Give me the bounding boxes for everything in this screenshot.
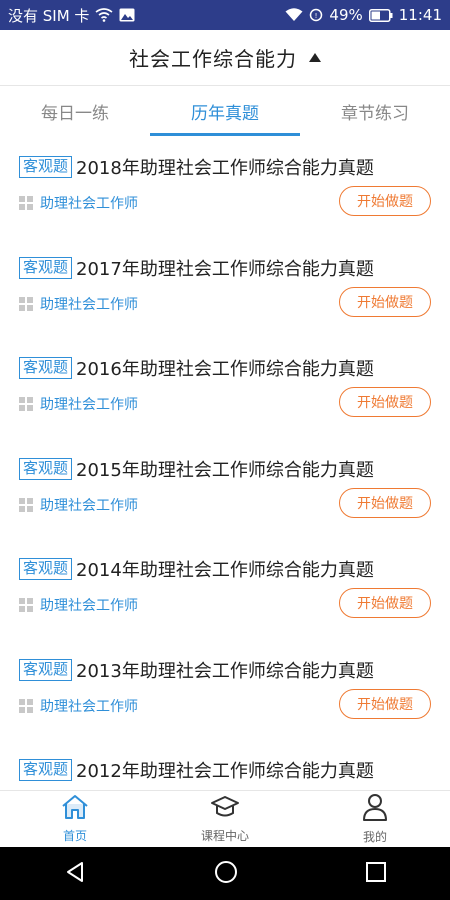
nav-course-center[interactable]: 课程中心 bbox=[150, 791, 300, 847]
grid-icon bbox=[19, 698, 33, 713]
item-title: 客观题 2015年助理社会工作师综合能力真题 bbox=[19, 456, 374, 482]
question-type-tag: 客观题 bbox=[19, 457, 73, 480]
list-item[interactable]: 客观题 2015年助理社会工作师综合能力真题 助理社会工作师 开始做题 bbox=[0, 438, 450, 539]
grid-icon bbox=[19, 497, 33, 512]
grid-icon bbox=[19, 196, 33, 210]
system-nav-bar bbox=[0, 847, 450, 900]
list-item[interactable]: 客观题 2016年助理社会工作师综合能力真题 助理社会工作师 开始做题 bbox=[0, 337, 450, 438]
item-category-text: 助理社会工作师 bbox=[40, 497, 138, 514]
battery-icon bbox=[368, 8, 393, 22]
start-exam-button[interactable]: 开始做题 bbox=[339, 588, 431, 618]
item-category: 助理社会工作师 bbox=[19, 696, 138, 716]
clock-time: 11:41 bbox=[398, 6, 442, 24]
grid-icon bbox=[19, 296, 33, 311]
carrier-text: 没有 SIM 卡 bbox=[8, 6, 90, 25]
item-category: 助理社会工作师 bbox=[19, 193, 138, 213]
item-title-text: 2013年助理社会工作师综合能力真题 bbox=[76, 660, 374, 682]
list-item[interactable]: 客观题 2014年助理社会工作师综合能力真题 助理社会工作师 开始做题 bbox=[0, 538, 450, 639]
item-category-text: 助理社会工作师 bbox=[40, 698, 138, 715]
item-title: 客观题 2012年助理社会工作师综合能力真题 bbox=[19, 757, 374, 783]
status-right: ! 49% 11:41 bbox=[285, 6, 442, 24]
list-item[interactable]: 客观题 2012年助理社会工作师综合能力真题 bbox=[0, 739, 450, 790]
nav-label: 我的 bbox=[362, 830, 387, 844]
item-title: 客观题 2018年助理社会工作师综合能力真题 bbox=[19, 154, 374, 180]
page-title: 社会工作综合能力 bbox=[129, 47, 297, 71]
start-exam-button[interactable]: 开始做题 bbox=[339, 186, 431, 216]
back-icon[interactable] bbox=[63, 860, 87, 888]
item-title-text: 2017年助理社会工作师综合能力真题 bbox=[76, 258, 374, 280]
item-title-text: 2014年助理社会工作师综合能力真题 bbox=[76, 560, 374, 581]
grid-icon bbox=[19, 397, 33, 411]
question-type-tag: 客观题 bbox=[19, 759, 73, 781]
battery-percent: 49% bbox=[329, 6, 363, 24]
item-category-text: 助理社会工作师 bbox=[40, 296, 138, 313]
user-icon bbox=[362, 793, 388, 825]
question-type-tag: 客观题 bbox=[19, 558, 73, 580]
alarm-icon: ! bbox=[309, 8, 323, 22]
recent-apps-icon[interactable] bbox=[365, 861, 387, 887]
start-exam-button[interactable]: 开始做题 bbox=[339, 688, 431, 719]
exam-list: 客观题 2018年助理社会工作师综合能力真题 助理社会工作师 开始做题 客观题 … bbox=[0, 136, 450, 790]
start-exam-button[interactable]: 开始做题 bbox=[339, 487, 431, 518]
item-category: 助理社会工作师 bbox=[19, 294, 138, 314]
wifi-icon bbox=[285, 8, 303, 22]
status-bar: 没有 SIM 卡 ! 49% 11:41 bbox=[0, 0, 450, 30]
item-title: 客观题 2017年助理社会工作师综合能力真题 bbox=[19, 255, 374, 281]
item-category: 助理社会工作师 bbox=[19, 394, 138, 414]
question-type-tag: 客观题 bbox=[19, 256, 73, 279]
tab-bar: 每日一练 历年真题 章节练习 bbox=[0, 86, 450, 136]
list-item[interactable]: 客观题 2017年助理社会工作师综合能力真题 助理社会工作师 开始做题 bbox=[0, 237, 450, 338]
question-type-tag: 客观题 bbox=[19, 658, 73, 681]
question-type-tag: 客观题 bbox=[19, 156, 73, 178]
list-item[interactable]: 客观题 2018年助理社会工作师综合能力真题 助理社会工作师 开始做题 bbox=[0, 136, 450, 237]
tab-past-exams[interactable]: 历年真题 bbox=[150, 86, 300, 136]
nav-mine[interactable]: 我的 bbox=[300, 791, 450, 847]
svg-text:!: ! bbox=[315, 12, 318, 20]
nav-home[interactable]: 首页 bbox=[0, 791, 150, 847]
nav-label: 首页 bbox=[62, 829, 87, 843]
grid-icon bbox=[19, 598, 33, 612]
start-exam-button[interactable]: 开始做题 bbox=[339, 387, 431, 417]
item-title: 客观题 2013年助理社会工作师综合能力真题 bbox=[19, 657, 374, 683]
home-circle-icon[interactable] bbox=[213, 859, 239, 889]
item-title-text: 2018年助理社会工作师综合能力真题 bbox=[76, 158, 374, 179]
question-type-tag: 客观题 bbox=[19, 357, 73, 379]
item-category: 助理社会工作师 bbox=[19, 495, 138, 515]
item-category-text: 助理社会工作师 bbox=[40, 598, 138, 614]
start-exam-button[interactable]: 开始做题 bbox=[339, 286, 431, 317]
item-title: 客观题 2016年助理社会工作师综合能力真题 bbox=[19, 355, 374, 381]
list-item[interactable]: 客观题 2013年助理社会工作师综合能力真题 助理社会工作师 开始做题 bbox=[0, 639, 450, 740]
wifi-icon bbox=[95, 8, 113, 22]
nav-label: 课程中心 bbox=[200, 829, 249, 843]
tab-chapter-practice[interactable]: 章节练习 bbox=[300, 86, 450, 136]
item-category-text: 助理社会工作师 bbox=[40, 397, 138, 413]
item-title-text: 2012年助理社会工作师综合能力真题 bbox=[76, 761, 374, 782]
graduation-cap-icon bbox=[210, 794, 240, 824]
image-icon bbox=[119, 8, 135, 22]
status-left: 没有 SIM 卡 bbox=[8, 5, 135, 26]
home-icon bbox=[61, 794, 89, 824]
item-category-text: 助理社会工作师 bbox=[40, 196, 138, 212]
bottom-nav: 首页 课程中心 我的 bbox=[0, 790, 450, 847]
header-subject-selector[interactable]: 社会工作综合能力 bbox=[0, 30, 450, 86]
item-title-text: 2016年助理社会工作师综合能力真题 bbox=[76, 359, 374, 380]
caret-up-icon bbox=[309, 53, 321, 62]
tab-daily-practice[interactable]: 每日一练 bbox=[0, 86, 150, 136]
item-category: 助理社会工作师 bbox=[19, 595, 138, 615]
item-title-text: 2015年助理社会工作师综合能力真题 bbox=[76, 459, 374, 481]
item-title: 客观题 2014年助理社会工作师综合能力真题 bbox=[19, 556, 374, 582]
